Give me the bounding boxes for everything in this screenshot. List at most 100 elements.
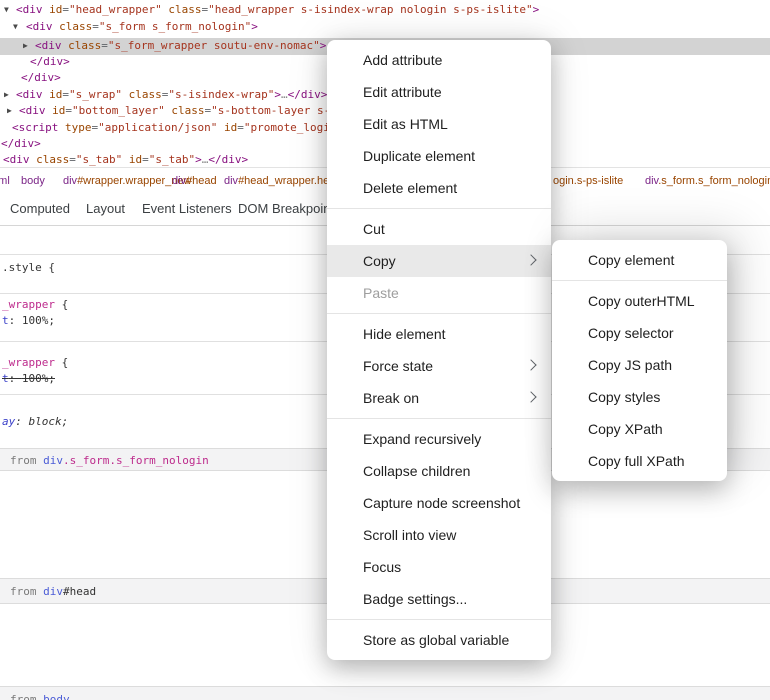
submenu-item-copy-xpath[interactable]: Copy XPath — [552, 413, 727, 445]
token-p: <div — [3, 153, 36, 166]
token-val: 100%; — [22, 314, 55, 327]
copy-submenu: Copy elementCopy outerHTMLCopy selectorC… — [552, 240, 727, 481]
tree-node-div-head-wrapper[interactable]: ▼<div id="head_wrapper" class="head_wrap… — [0, 2, 770, 18]
menu-separator — [327, 313, 551, 314]
rule-2-height-overridden[interactable]: t: 100%; — [2, 371, 55, 386]
submenu-item-copy-full-xpath[interactable]: Copy full XPath — [552, 445, 727, 477]
node-link[interactable]: div — [43, 454, 63, 467]
menu-item-hide-element[interactable]: Hide element — [327, 318, 551, 350]
token-eq: = — [237, 121, 244, 134]
token-val: 100%; — [22, 372, 55, 385]
menu-item-scroll-into-view[interactable]: Scroll into view — [327, 519, 551, 551]
token-s: .s_form.s_form_nologin — [658, 175, 770, 187]
token-t: html — [0, 175, 10, 187]
menu-item-delete-element[interactable]: Delete element — [327, 172, 551, 204]
node-markup: <div class="s_form_wrapper soutu-env-nom… — [35, 38, 326, 54]
menu-item-collapse-children[interactable]: Collapse children — [327, 455, 551, 487]
token-eq: = — [62, 3, 69, 16]
menu-item-duplicate-element[interactable]: Duplicate element — [327, 140, 551, 172]
token-p — [122, 153, 129, 166]
token-av: "bottom_layer" — [72, 104, 165, 117]
menu-item-expand-recursively[interactable]: Expand recursively — [327, 423, 551, 455]
token-t: body — [21, 175, 45, 187]
token-p: <div — [26, 20, 59, 33]
menu-separator — [327, 619, 551, 620]
menu-item-copy[interactable]: Copy — [327, 245, 551, 277]
token-av: "s_form s_form_nologin" — [99, 20, 251, 33]
submenu-item-copy-js-path[interactable]: Copy JS path — [552, 349, 727, 381]
expanded-arrow-icon[interactable]: ▼ — [4, 2, 9, 18]
breadcrumb-item-div-head-wrapper-continuation[interactable]: ogin.s-ps-islite — [553, 168, 623, 194]
submenu-chevron-icon — [525, 254, 536, 265]
token-av: "application/json" — [98, 121, 217, 134]
menu-item-badge-settings[interactable]: Badge settings... — [327, 583, 551, 615]
token-av: "head_wrapper s-isindex-wrap nologin s-p… — [208, 3, 533, 16]
token-plain: : — [9, 372, 22, 385]
menu-item-focus[interactable]: Focus — [327, 551, 551, 583]
menu-item-store-as-global-variable[interactable]: Store as global variable — [327, 624, 551, 656]
token-eq: = — [92, 20, 99, 33]
inherited-from-label: from — [10, 454, 43, 467]
inherited-display-block[interactable]: ay: block; — [2, 414, 68, 429]
inherited-from-label: from — [10, 693, 43, 700]
menu-item-edit-as-html[interactable]: Edit as HTML — [327, 108, 551, 140]
token-eq: = — [101, 39, 108, 52]
token-s: #head — [186, 175, 217, 187]
submenu-item-copy-outerhtml[interactable]: Copy outerHTML — [552, 285, 727, 317]
token-plain: : — [9, 314, 22, 327]
token-prop: t — [2, 314, 9, 327]
menu-item-force-state[interactable]: Force state — [327, 350, 551, 382]
token-an: class — [68, 39, 101, 52]
token-p: > — [533, 3, 540, 16]
submenu-item-copy-selector[interactable]: Copy selector — [552, 317, 727, 349]
token-p — [122, 88, 129, 101]
node-markup: </div> — [30, 54, 70, 70]
token-plain: .style { — [2, 261, 55, 274]
tab-event-listeners[interactable]: Event Listeners — [142, 193, 232, 225]
tree-node-div-s-form[interactable]: ▼<div class="s_form s_form_nologin"> — [0, 19, 770, 35]
tab-computed[interactable]: Computed — [10, 193, 70, 225]
menu-item-cut[interactable]: Cut — [327, 213, 551, 245]
token-p — [217, 121, 224, 134]
token-av: "s_form_wrapper soutu-env-nomac" — [108, 39, 320, 52]
menu-separator — [327, 418, 551, 419]
rule-1-height[interactable]: t: 100%; — [2, 313, 55, 328]
context-menu: Add attributeEdit attributeEdit as HTMLD… — [327, 40, 551, 660]
menu-item-capture-node-screenshot[interactable]: Capture node screenshot — [327, 487, 551, 519]
tab-dom-breakpoints[interactable]: DOM Breakpoints — [238, 193, 341, 225]
node-link[interactable]: .s_form.s_form_nologin — [63, 454, 209, 467]
token-sel: _wrapper — [2, 356, 55, 369]
breadcrumb-item-div-s-form[interactable]: div.s_form.s_form_nologin — [645, 168, 770, 194]
node-link[interactable]: div — [43, 585, 63, 598]
node-link[interactable]: #head — [63, 585, 96, 598]
token-eq: = — [69, 153, 76, 166]
token-eq: = — [65, 104, 72, 117]
rule-1-selector[interactable]: _wrapper { — [2, 297, 68, 312]
breadcrumb-item-body[interactable]: body — [21, 168, 45, 194]
menu-item-add-attribute[interactable]: Add attribute — [327, 44, 551, 76]
submenu-item-copy-element[interactable]: Copy element — [552, 244, 727, 276]
token-p: <div — [19, 104, 52, 117]
element-style-selector[interactable]: .style { — [2, 260, 55, 275]
node-link[interactable]: body — [43, 693, 70, 700]
token-prop: ay — [2, 415, 15, 428]
collapsed-arrow-icon[interactable]: ▶ — [7, 103, 12, 119]
token-an: id — [49, 88, 62, 101]
menu-item-edit-attribute[interactable]: Edit attribute — [327, 76, 551, 108]
token-p: > — [251, 20, 258, 33]
breadcrumb-item-div-head[interactable]: div#head — [172, 168, 217, 194]
collapsed-arrow-icon[interactable]: ▶ — [4, 87, 9, 103]
breadcrumb-item-html[interactable]: html — [0, 168, 10, 194]
breadcrumb-item-div-head-wrapper[interactable]: div#head_wrapper.head_wrapper.s-isindex-… — [224, 168, 327, 194]
menu-item-break-on[interactable]: Break on — [327, 382, 551, 414]
token-s: ogin.s-ps-islite — [553, 175, 623, 187]
collapsed-arrow-icon[interactable]: ▶ — [23, 38, 28, 54]
expanded-arrow-icon[interactable]: ▼ — [13, 19, 18, 35]
token-an: class — [168, 3, 201, 16]
token-p: </div> — [21, 71, 61, 84]
rule-2-selector[interactable]: _wrapper { — [2, 355, 68, 370]
submenu-item-copy-styles[interactable]: Copy styles — [552, 381, 727, 413]
inherited-from-label: from — [10, 585, 43, 598]
token-an: class — [171, 104, 204, 117]
tab-layout[interactable]: Layout — [86, 193, 125, 225]
